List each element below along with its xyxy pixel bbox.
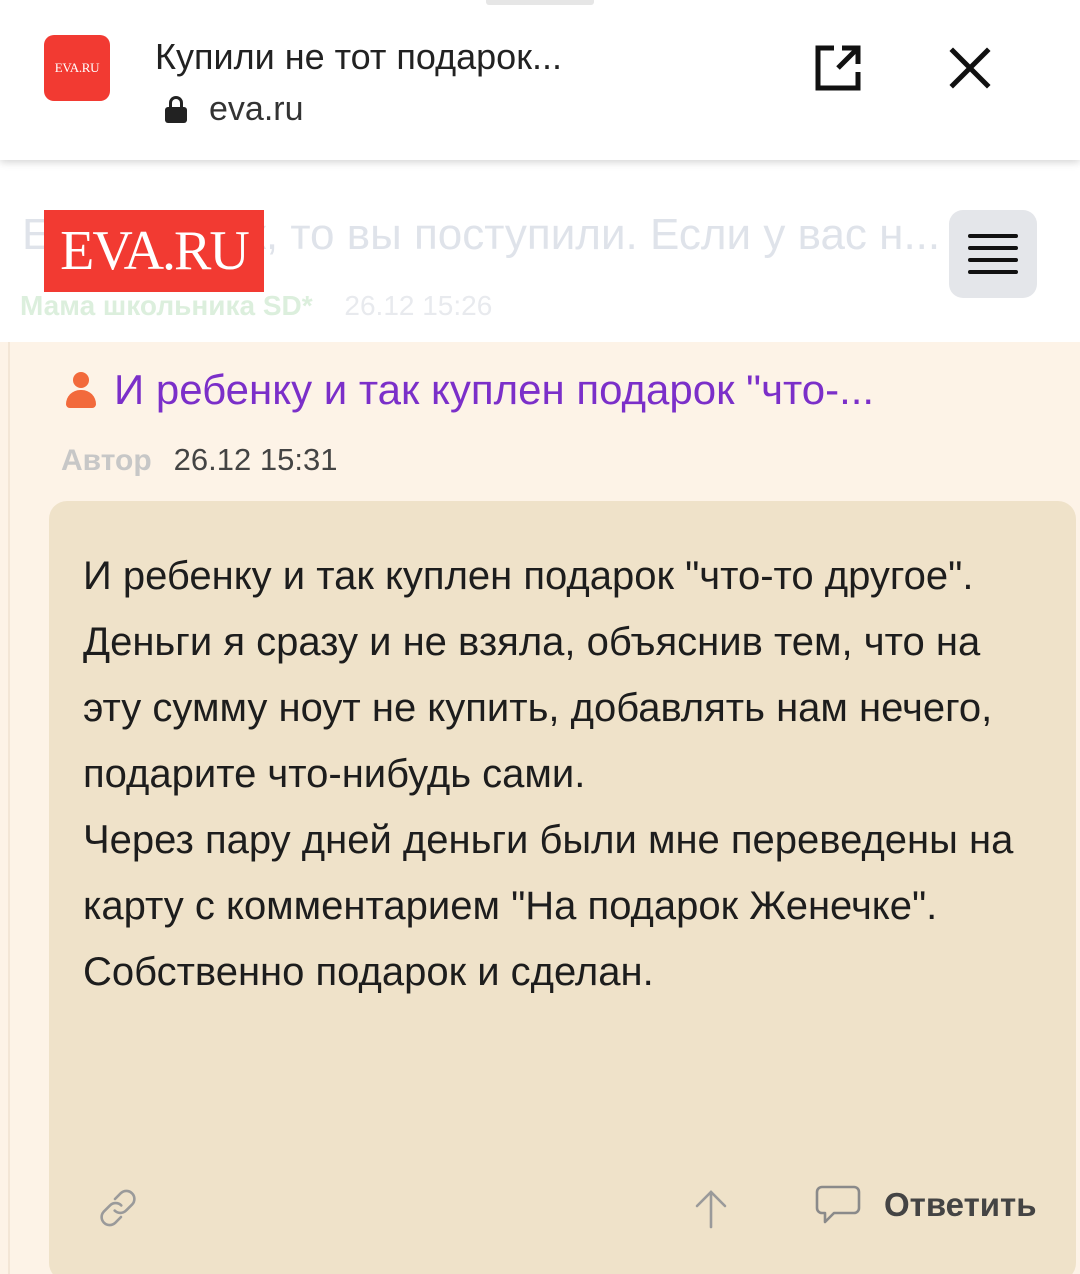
post-paragraph: Через пару дней деньги были мне переведе… <box>83 818 1014 994</box>
author-badge: Автор <box>61 444 152 477</box>
post-title[interactable]: И ребенку и так куплен подарок "что-... <box>114 366 874 414</box>
faded-date: 26.12 15:26 <box>344 290 493 321</box>
thread-indent-line <box>8 342 10 1274</box>
user-icon <box>64 370 98 410</box>
arrow-up-icon[interactable] <box>689 1187 733 1231</box>
faded-previous-meta: Мама школьника SD* 26.12 15:26 <box>20 290 492 322</box>
drag-handle[interactable] <box>486 0 594 5</box>
lock-icon <box>165 95 187 124</box>
faded-author: Мама школьника SD* <box>20 290 313 321</box>
open-in-new-icon[interactable] <box>812 42 864 94</box>
post-meta: Автор 26.12 15:31 <box>61 442 337 478</box>
tab-url-row: eva.ru <box>165 90 304 129</box>
post-date: 26.12 15:31 <box>173 442 338 477</box>
hamburger-menu-icon[interactable] <box>949 210 1037 298</box>
post-card: И ребенку и так куплен подарок "что-то д… <box>49 501 1076 1274</box>
post-paragraph: И ребенку и так куплен подарок "что-то д… <box>83 554 974 598</box>
site-favicon: EVA.RU <box>44 35 110 101</box>
reply-label: Ответить <box>884 1186 1037 1223</box>
reply-button[interactable]: Ответить <box>814 1183 1037 1227</box>
custom-tab-toolbar: EVA.RU Купили не тот подарок... eva.ru <box>0 0 1080 160</box>
post-body: И ребенку и так куплен подарок "что-то д… <box>83 543 1043 1005</box>
site-logo[interactable]: EVA.RU <box>44 210 264 292</box>
close-icon[interactable] <box>944 42 996 94</box>
tab-url: eva.ru <box>209 90 304 128</box>
tab-title: Купили не тот подарок... <box>155 36 562 77</box>
link-icon[interactable] <box>95 1185 141 1231</box>
post-header[interactable]: И ребенку и так куплен подарок "что-... <box>64 366 874 414</box>
thread-area: И ребенку и так куплен подарок "что-... … <box>0 342 1080 1274</box>
site-header: Если вы так, то вы поступили. Если у вас… <box>0 160 1080 342</box>
post-paragraph: Деньги я сразу и не взяла, объяснив тем,… <box>83 620 993 796</box>
comment-icon <box>814 1183 862 1227</box>
